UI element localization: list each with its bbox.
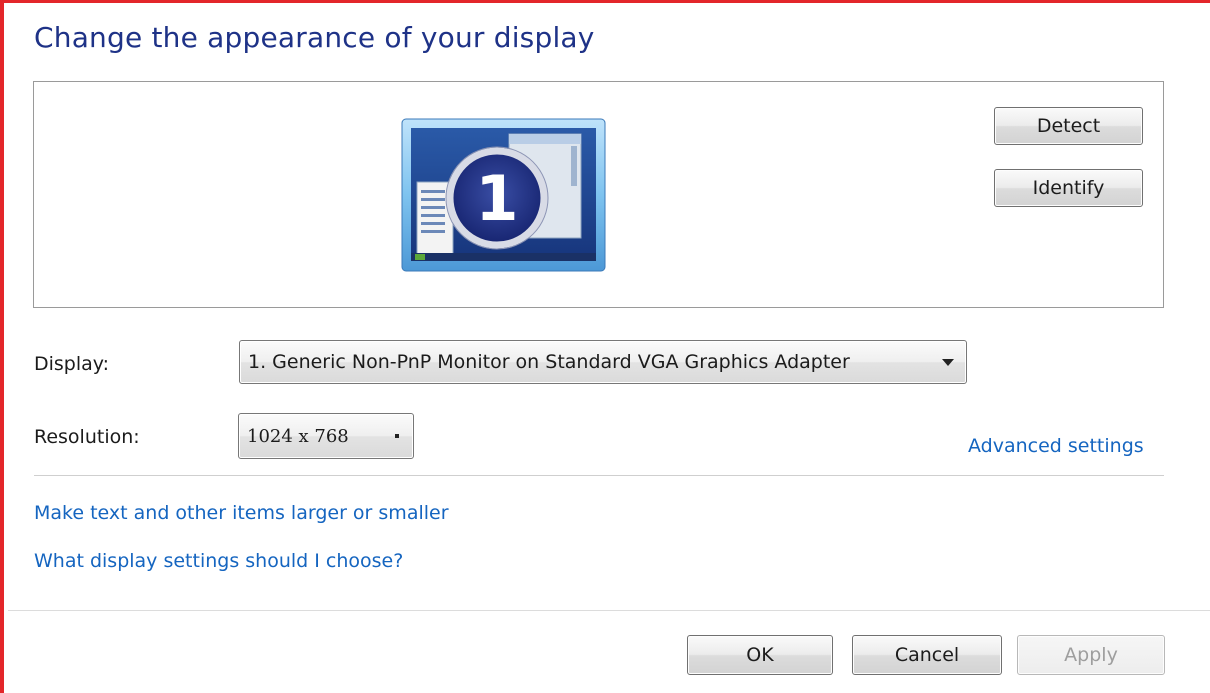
display-dropdown[interactable]: 1. Generic Non-PnP Monitor on Standard V… bbox=[239, 340, 967, 384]
resolution-dropdown[interactable]: 1024 x 768 bbox=[238, 413, 414, 459]
display-dropdown-value: 1. Generic Non-PnP Monitor on Standard V… bbox=[248, 351, 850, 373]
page-title: Change the appearance of your display bbox=[34, 21, 595, 54]
monitor-icon[interactable]: 1 bbox=[401, 118, 606, 272]
resolution-label: Resolution: bbox=[34, 426, 140, 448]
display-preview-area: 1 Detect Identify bbox=[33, 81, 1164, 308]
display-help-link[interactable]: What display settings should I choose? bbox=[34, 550, 403, 572]
display-label: Display: bbox=[34, 353, 110, 375]
svg-text:1: 1 bbox=[475, 162, 518, 235]
resolution-dropdown-value: 1024 x 768 bbox=[247, 425, 349, 447]
identify-button[interactable]: Identify bbox=[994, 169, 1143, 207]
cancel-button[interactable]: Cancel bbox=[852, 635, 1002, 675]
text-size-link[interactable]: Make text and other items larger or smal… bbox=[34, 502, 449, 524]
apply-button[interactable]: Apply bbox=[1017, 635, 1165, 675]
chevron-down-icon bbox=[942, 359, 954, 366]
chevron-down-icon bbox=[395, 434, 399, 438]
display-settings-window: Change the appearance of your display 1 … bbox=[0, 0, 1210, 693]
divider bbox=[34, 475, 1164, 476]
advanced-settings-link[interactable]: Advanced settings bbox=[968, 435, 1144, 457]
detect-button[interactable]: Detect bbox=[994, 107, 1143, 145]
ok-button[interactable]: OK bbox=[687, 635, 833, 675]
footer-divider bbox=[8, 610, 1210, 611]
